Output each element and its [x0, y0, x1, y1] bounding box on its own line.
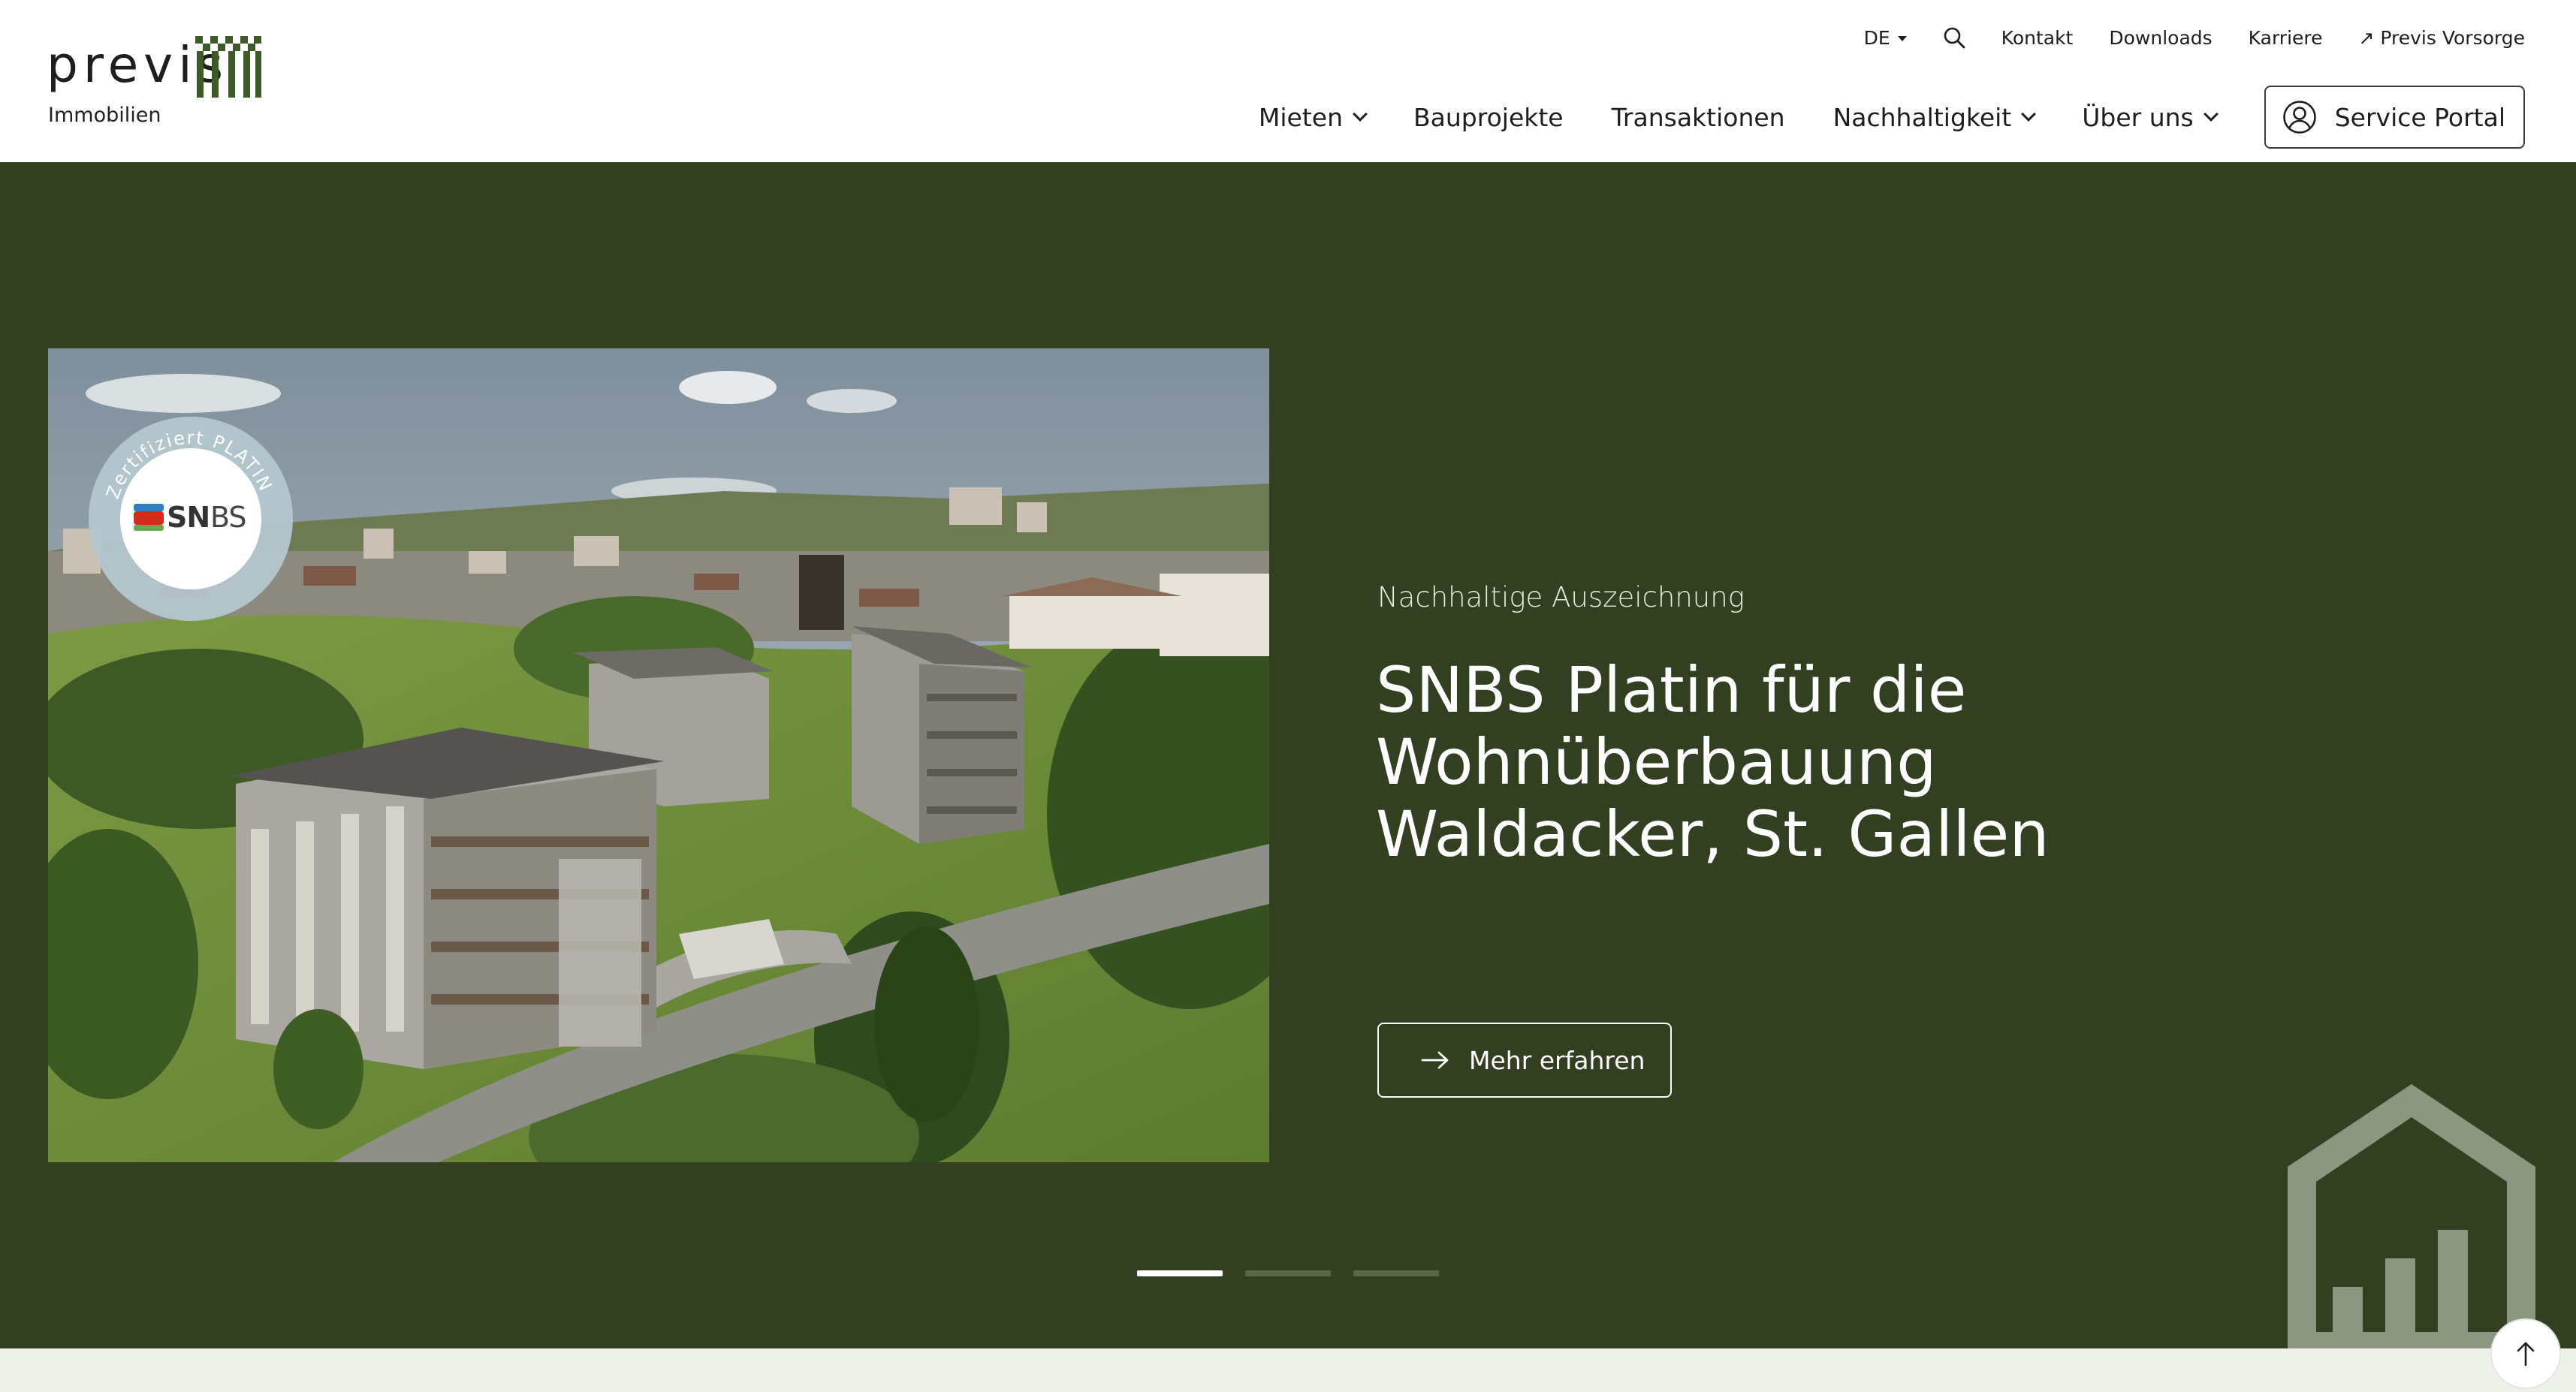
service-portal-button[interactable]: Service Portal — [2264, 86, 2525, 149]
nav-item-bauprojekte[interactable]: Bauprojekte — [1413, 103, 1564, 132]
site-header: previs Immobilien DE Kontakt Downloads K… — [0, 0, 2576, 162]
nav-item-label: Bauprojekte — [1413, 102, 1564, 132]
snbs-platin-badge: Zertifiziert PLATIN HOCHBAU SN BS — [89, 417, 293, 621]
chevron-down-icon — [2021, 107, 2037, 122]
hero-headline: SNBS Platin für die Wohnüberbauung Walda… — [1376, 654, 2487, 870]
scroll-to-top-button[interactable] — [2490, 1318, 2561, 1389]
caret-down-icon — [1897, 35, 1907, 41]
logo-building-mark — [195, 36, 261, 98]
hero-headline-line-1: SNBS Platin für die Wohnüberbauung — [1376, 653, 1967, 799]
main-nav: Mieten Bauprojekte Transaktionen Nachhal… — [1259, 86, 2525, 149]
nav-item-label: Mieten — [1258, 102, 1344, 132]
slider-dot-1[interactable] — [1137, 1270, 1223, 1276]
karriere-link[interactable]: Karriere — [2249, 27, 2323, 49]
search-button[interactable] — [1943, 26, 1965, 49]
previs-logo[interactable]: previs Immobilien — [47, 36, 272, 134]
language-selector[interactable]: DE — [1864, 27, 1907, 49]
svg-text:SN: SN — [167, 501, 210, 534]
slider-dot-2[interactable] — [1245, 1270, 1331, 1276]
chevron-down-icon — [1353, 107, 1368, 122]
service-portal-label: Service Portal — [2334, 102, 2505, 132]
kontakt-link[interactable]: Kontakt — [2001, 27, 2074, 49]
nav-item-label: Transaktionen — [1611, 102, 1785, 132]
hero-eyebrow: Nachhaltige Auszeichnung — [1377, 581, 1745, 613]
next-section-strip — [0, 1348, 2576, 1392]
user-circle-icon — [2282, 101, 2316, 134]
mehr-erfahren-button[interactable]: Mehr erfahren — [1377, 1023, 1672, 1098]
language-label: DE — [1863, 26, 1890, 49]
nav-item-mieten[interactable]: Mieten — [1258, 102, 1368, 132]
downloads-link[interactable]: Downloads — [2109, 27, 2212, 49]
arrow-right-icon — [1421, 1051, 1449, 1069]
svg-text:BS: BS — [210, 501, 246, 534]
previs-vorsorge-link[interactable]: ↗ Previs Vorsorge — [2359, 27, 2526, 49]
nav-item-nachhaltigkeit[interactable]: Nachhaltigkeit — [1832, 102, 2037, 132]
chevron-down-icon — [2203, 107, 2219, 122]
arrow-up-icon — [2517, 1342, 2535, 1366]
search-icon — [1944, 27, 1965, 49]
hero-headline-line-2: Waldacker, St. Gallen — [1376, 797, 2050, 871]
nav-item-ueber-uns[interactable]: Über uns — [2082, 102, 2219, 132]
utility-nav: DE Kontakt Downloads Karriere ↗ Previs V… — [1864, 23, 2525, 53]
hero-slider: Zertifiziert PLATIN HOCHBAU SN BS Nachha… — [0, 162, 2576, 1348]
hero-photo-waldacker: Zertifiziert PLATIN HOCHBAU SN BS — [48, 348, 1269, 1162]
nav-item-label: Über uns — [2082, 102, 2194, 132]
logo-subtitle: Immobilien — [48, 104, 161, 127]
nav-item-transaktionen[interactable]: Transaktionen — [1612, 103, 1785, 132]
nav-item-label: Nachhaltigkeit — [1832, 102, 2012, 132]
mehr-erfahren-label: Mehr erfahren — [1469, 1045, 1645, 1075]
slider-dot-3[interactable] — [1353, 1270, 1439, 1276]
slider-pagination — [1137, 1270, 1439, 1276]
decorative-house-icon — [2288, 1084, 2535, 1348]
